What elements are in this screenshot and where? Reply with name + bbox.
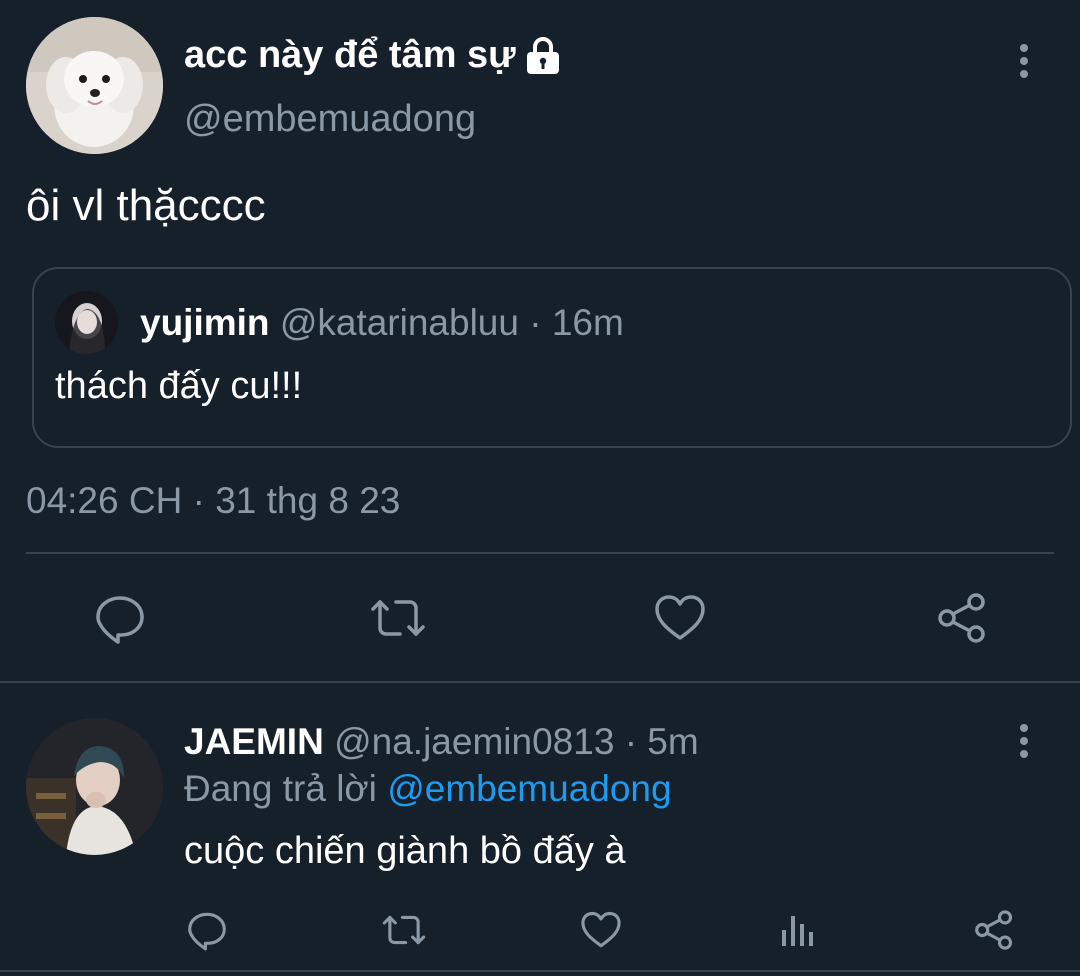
reply-author-avatar[interactable] [26, 718, 163, 855]
lock-icon [524, 36, 562, 76]
reply-author-handle[interactable]: @na.jaemin0813 [334, 721, 614, 762]
quoted-author-avatar [55, 291, 118, 354]
author-display-name[interactable]: acc này để tâm sự [184, 34, 562, 77]
section-divider [0, 681, 1080, 683]
display-name-text: acc này để tâm sự [184, 34, 516, 76]
quoted-tweet-card[interactable] [32, 267, 1072, 448]
separator-dot: · [624, 721, 638, 762]
replying-to-line: Đang trả lời @embemuadong [184, 768, 672, 810]
separator-dot: · [529, 302, 542, 343]
bottom-divider [0, 970, 1080, 972]
quoted-tweet-time: 16m [551, 302, 624, 343]
reply-icon[interactable] [185, 908, 229, 952]
author-handle[interactable]: @embemuadong [184, 98, 476, 141]
reply-time: 5m [647, 721, 699, 762]
divider [26, 552, 1054, 554]
more-vertical-icon[interactable] [1006, 722, 1042, 762]
tweet-text: ôi vl thặcccc [26, 181, 266, 230]
heart-icon[interactable] [579, 908, 623, 952]
more-vertical-icon[interactable] [1006, 42, 1042, 82]
quoted-tweet-header: yujimin @katarinabluu · 16m [140, 302, 624, 344]
retweet-icon[interactable] [370, 590, 426, 646]
reply-text: cuộc chiến giành bồ đấy à [184, 830, 626, 872]
quoted-author-handle[interactable]: @katarinabluu [280, 302, 519, 343]
author-avatar[interactable] [26, 17, 163, 154]
quoted-tweet-text: thách đấy cu!!! [55, 365, 303, 407]
reply-author-name[interactable]: JAEMIN [184, 721, 324, 762]
replying-to-prefix: Đang trả lời [184, 768, 377, 809]
analytics-icon[interactable] [776, 908, 820, 952]
reply-icon[interactable] [92, 590, 148, 646]
tweet-timestamp[interactable]: 04:26 CH · 31 thg 8 23 [26, 480, 400, 522]
share-icon[interactable] [934, 590, 990, 646]
replying-to-handle-link[interactable]: @embemuadong [387, 768, 671, 809]
share-icon[interactable] [972, 908, 1016, 952]
retweet-icon[interactable] [382, 908, 426, 952]
reply-header: JAEMIN @na.jaemin0813 · 5m [184, 721, 699, 763]
quoted-author-name[interactable]: yujimin [140, 302, 270, 343]
heart-icon[interactable] [652, 590, 708, 646]
